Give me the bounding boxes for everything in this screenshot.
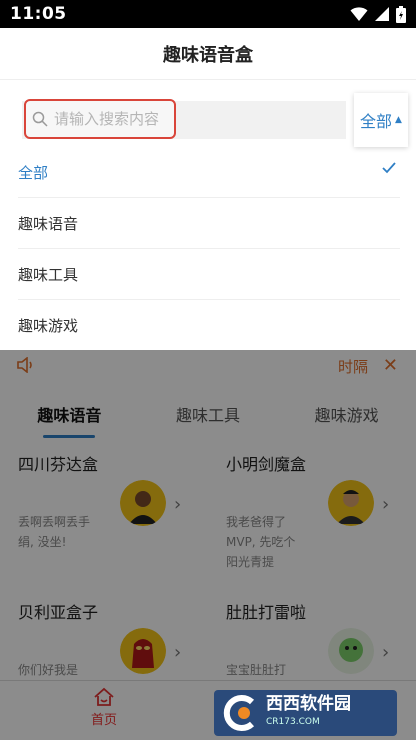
- status-icons: [350, 5, 406, 23]
- option-label: 趣味游戏: [18, 317, 79, 335]
- option-label: 趣味工具: [18, 265, 79, 284]
- option-fun-games[interactable]: 趣味游戏: [18, 300, 400, 351]
- watermark-site: CR173.COM: [266, 717, 320, 727]
- option-label: 全部: [18, 163, 49, 182]
- option-fun-voice[interactable]: 趣味语音: [18, 198, 400, 249]
- check-icon: [382, 162, 396, 174]
- option-all[interactable]: 全部: [18, 147, 400, 198]
- watermark-text: 西西软件园 CR173.COM: [266, 695, 351, 731]
- search-filter-panel: 全部 ▲ 全部 趣味语音 趣味工具 趣味游戏: [0, 81, 416, 350]
- signal-icon: [375, 7, 389, 21]
- watermark-logo: 西西软件园 CR173.COM: [214, 690, 397, 736]
- status-time: 11:05: [10, 4, 67, 24]
- category-options: 全部 趣味语音 趣味工具 趣味游戏: [0, 147, 416, 351]
- watermark-brand: 西西软件园: [266, 694, 351, 714]
- battery-icon: [396, 5, 406, 23]
- dim-overlay[interactable]: [0, 350, 416, 740]
- category-dropdown[interactable]: 全部 ▲: [354, 93, 408, 147]
- caret-up-icon: ▲: [395, 115, 402, 125]
- search-input[interactable]: [54, 110, 172, 128]
- category-dropdown-value: 全部: [360, 112, 393, 131]
- option-label: 趣味语音: [18, 214, 79, 233]
- watermark-c-icon: [223, 695, 255, 731]
- app-header: 趣味语音盒: [0, 28, 416, 80]
- status-bar: 11:05: [0, 0, 416, 28]
- option-fun-tools[interactable]: 趣味工具: [18, 249, 400, 300]
- page-title: 趣味语音盒: [163, 44, 253, 66]
- search-icon: [32, 111, 48, 127]
- search-box[interactable]: [24, 99, 176, 139]
- wifi-icon: [350, 7, 368, 21]
